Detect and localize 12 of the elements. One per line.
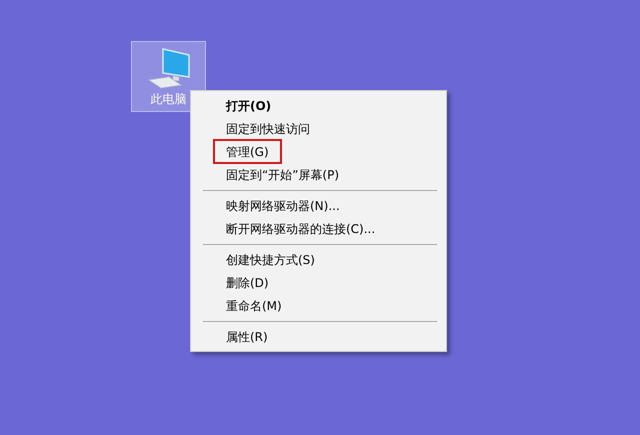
menu-item[interactable]: 断开网络驱动器的连接(C)... xyxy=(213,216,388,241)
menu-item[interactable]: 属性(R) xyxy=(213,324,281,349)
menu-item[interactable]: 管理(G) xyxy=(213,139,282,164)
menu-item[interactable]: 重命名(M) xyxy=(213,293,295,318)
menu-item[interactable]: 映射网络驱动器(N)... xyxy=(213,193,353,218)
menu-item[interactable]: 打开(O) xyxy=(213,93,284,118)
menu-item[interactable]: 固定到快速访问 xyxy=(213,116,323,141)
menu-item[interactable]: 创建快捷方式(S) xyxy=(213,247,328,272)
icon-label: 此电脑 xyxy=(150,91,186,107)
menu-item[interactable]: 固定到“开始”屏幕(P) xyxy=(213,162,352,187)
computer-icon xyxy=(146,47,190,89)
menu-item[interactable]: 删除(D) xyxy=(213,270,282,295)
